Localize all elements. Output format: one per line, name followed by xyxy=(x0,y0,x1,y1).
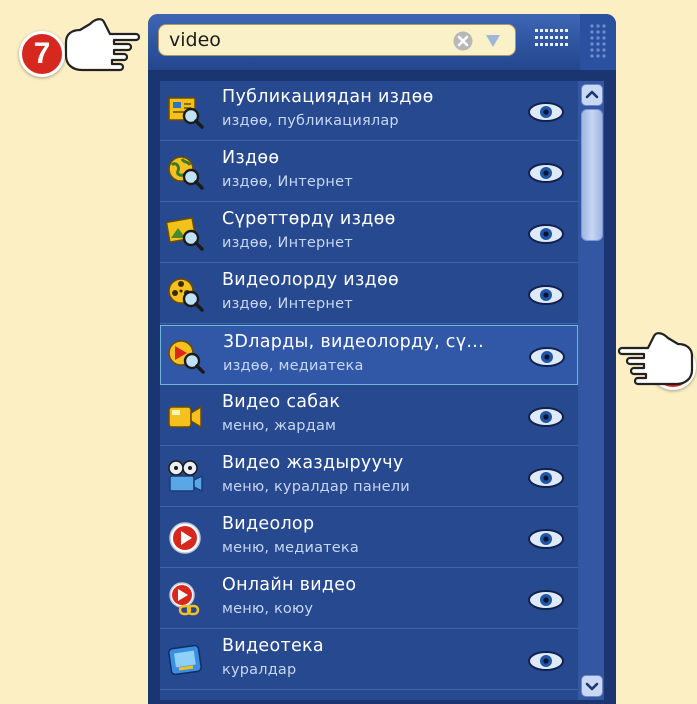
list-item[interactable]: Издөө издөө, Интернет xyxy=(160,142,578,202)
list-item[interactable]: Онлайн видео меню, коюу xyxy=(160,569,578,629)
list-item[interactable]: Публикациядан издөө издөө, публикациялар xyxy=(160,81,578,141)
search-panel: video Публикациядан издөө издөө, публика… xyxy=(148,14,616,704)
scrollbar[interactable] xyxy=(578,81,604,700)
item-subtitle: издөө, Интернет xyxy=(222,235,353,251)
play-button-icon xyxy=(169,522,201,554)
list-item[interactable]: 3Dларды, видеолорду, сү... издөө, медиат… xyxy=(160,325,578,385)
globe-search-icon xyxy=(168,156,204,190)
dropdown-arrow-icon[interactable] xyxy=(485,34,501,48)
drag-handle-icon[interactable] xyxy=(580,14,616,70)
image-search-icon xyxy=(166,217,204,251)
search-input[interactable]: video xyxy=(158,24,516,56)
online-video-icon xyxy=(169,582,200,616)
item-title: Видео сабак xyxy=(222,392,341,412)
list-item[interactable]: Сүрөттөрдү издөө издөө, Интернет xyxy=(160,203,578,263)
search-input-value: video xyxy=(169,29,221,51)
video-camera-icon xyxy=(168,405,202,429)
item-subtitle: куралдар xyxy=(222,662,297,678)
film-reel-search-icon xyxy=(168,278,204,312)
pointing-hand-icon xyxy=(64,18,141,72)
item-title: Издөө xyxy=(222,148,280,168)
video-recorder-icon xyxy=(168,460,203,493)
eye-icon[interactable] xyxy=(526,467,566,489)
eye-icon[interactable] xyxy=(526,162,566,184)
list-item[interactable]: Видеотека куралдар xyxy=(160,630,578,690)
video-library-icon xyxy=(168,644,202,676)
eye-icon[interactable] xyxy=(526,528,566,550)
item-subtitle: издөө, Интернет xyxy=(222,296,353,312)
chevron-up-icon xyxy=(585,90,599,99)
eye-icon[interactable] xyxy=(527,346,567,368)
list-item[interactable]: Видеолорду издөө издөө, Интернет xyxy=(160,264,578,324)
item-subtitle: меню, куралдар панели xyxy=(222,479,410,495)
eye-icon[interactable] xyxy=(526,650,566,672)
item-title: Публикациядан издөө xyxy=(222,87,434,107)
item-title: Видео жаздыруучу xyxy=(222,453,404,473)
item-title: Сүрөттөрдү издөө xyxy=(222,209,396,229)
list-item[interactable]: Видео сабак меню, жардам xyxy=(160,386,578,446)
media-search-icon xyxy=(168,340,205,374)
item-subtitle: меню, медиатека xyxy=(222,540,359,556)
grid-view-icon[interactable] xyxy=(534,27,570,49)
list-item[interactable]: Видео жаздыруучу меню, куралдар панели xyxy=(160,447,578,507)
scroll-up-button[interactable] xyxy=(581,84,603,106)
eye-icon[interactable] xyxy=(526,223,566,245)
eye-icon[interactable] xyxy=(526,589,566,611)
pointing-hand-icon xyxy=(617,332,694,386)
item-subtitle: меню, коюу xyxy=(222,601,314,617)
step-callout-7: 7 xyxy=(19,31,65,77)
item-title: Видеолорду издөө xyxy=(222,270,399,290)
publication-search-icon xyxy=(168,97,204,129)
item-subtitle: издөө, Интернет xyxy=(222,174,353,190)
eye-icon[interactable] xyxy=(526,406,566,428)
scroll-down-button[interactable] xyxy=(581,675,603,697)
list-item[interactable]: Видеолор меню, медиатека xyxy=(160,508,578,568)
item-subtitle: меню, жардам xyxy=(222,418,337,434)
item-subtitle: издөө, публикациялар xyxy=(222,113,399,129)
eye-icon[interactable] xyxy=(526,284,566,306)
item-subtitle: издөө, медиатека xyxy=(223,358,364,374)
scroll-thumb[interactable] xyxy=(581,109,603,241)
clear-icon[interactable] xyxy=(453,31,473,51)
eye-icon[interactable] xyxy=(526,101,566,123)
item-title: 3Dларды, видеолорду, сү... xyxy=(223,332,484,352)
item-title: Онлайн видео xyxy=(222,575,357,595)
item-title: Видеолор xyxy=(222,514,315,534)
item-title: Видеотека xyxy=(222,636,324,656)
chevron-down-icon xyxy=(585,682,599,691)
results-list: Публикациядан издөө издөө, публикациялар… xyxy=(160,81,578,700)
search-bar: video xyxy=(148,14,616,70)
